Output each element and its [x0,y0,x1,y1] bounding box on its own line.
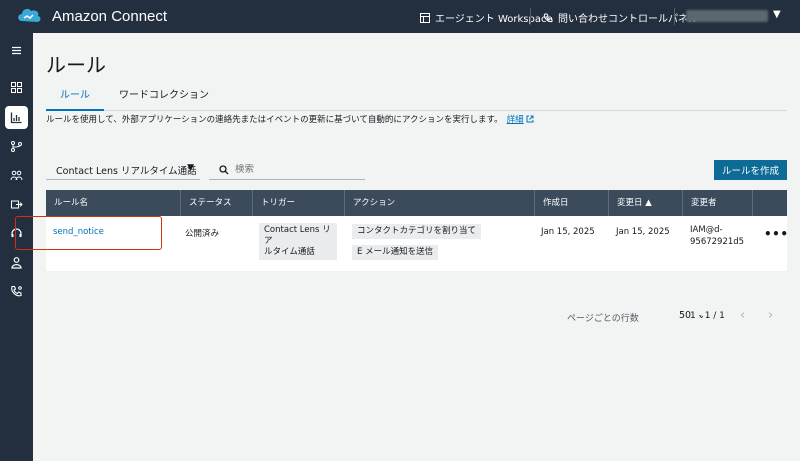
agent-workspace-link[interactable]: エージェント Workspace [420,10,553,25]
rule-status: 公開済み [185,229,220,239]
column-header-trigger[interactable]: トリガー [252,190,344,216]
highlight-box [15,216,162,250]
ccp-label: 問い合わせコントロールパネル [558,14,698,25]
caret-down-icon[interactable]: ▼ [773,9,781,20]
next-page-icon[interactable]: › [768,308,773,323]
trigger-line-2: ルタイム通話 [264,247,315,257]
phone-settings-icon[interactable] [5,280,28,303]
search-icon [219,164,229,174]
analytics-icon[interactable] [5,106,28,129]
rule-type-value: Contact Lens リアルタイム通話 [56,166,197,177]
user-menu-redacted[interactable] [686,10,768,22]
workspace-icon [420,12,430,23]
column-header-status[interactable]: ステータス [180,190,252,216]
column-header-rule-name[interactable]: ルール名 [46,190,180,216]
trigger-tag: Contact Lens リア ルタイム通話 [259,223,337,260]
more-actions-icon[interactable]: ••• [764,227,789,241]
create-rule-button[interactable]: ルールを作成 [714,160,787,180]
action-tag: E メール通知を送信 [352,245,439,260]
table-header: ルール名 ステータス トリガー アクション 作成日 変更日 ▲ 変更者 [46,190,787,216]
divider [530,8,531,25]
description-text: ルールを使用して、外部アプリケーションの連絡先またはイベントの更新に基づいて自動… [46,115,503,125]
divider [674,8,675,25]
created-date: Jan 15, 2025 [541,227,595,237]
profile-icon[interactable] [5,251,28,274]
modified-by-line-1: IAM@d- [690,225,723,235]
trigger-line-1: Contact Lens リア [264,225,331,246]
modified-date: Jan 15, 2025 [616,227,670,237]
external-link-icon[interactable] [526,115,534,123]
details-link[interactable]: 詳細 [507,115,524,125]
column-header-menu [752,190,787,216]
tab-bar: ルール ワードコレクション [46,89,787,111]
brand-title: Amazon Connect [52,8,168,25]
phone-icon [543,13,553,22]
column-header-modified-by[interactable]: 変更者 [682,190,752,216]
dashboard-icon[interactable] [5,76,28,99]
action-tag: コンタクトカテゴリを割り当て [352,224,482,239]
modified-by: IAM@d- 95672921d5 [690,225,744,247]
page-title: ルール [46,55,106,77]
agent-workspace-label: エージェント Workspace [435,14,553,25]
caret-down-icon: ▼ [187,163,194,173]
column-header-created[interactable]: 作成日 [534,190,608,216]
search-input[interactable] [235,164,355,175]
page-description: ルールを使用して、外部アプリケーションの連絡先またはイベントの更新に基づいて自動… [46,113,534,125]
pagination-range: 1 - 1 / 1 [690,311,725,321]
column-header-modified[interactable]: 変更日 ▲ [608,190,682,216]
users-icon[interactable] [5,164,28,187]
routing-icon[interactable] [5,135,28,158]
menu-icon[interactable] [5,39,28,62]
previous-page-icon[interactable]: ‹ [740,308,745,323]
top-bar: Amazon Connect エージェント Workspace 問い合わせコント… [0,0,800,33]
tab-word-collection[interactable]: ワードコレクション [119,89,209,111]
modified-by-line-2: 95672921d5 [690,237,745,247]
search-box[interactable] [209,160,365,180]
rows-per-page-label: ページごとの行数 [567,314,639,324]
channels-icon[interactable] [5,193,28,216]
tab-rules[interactable]: ルール [46,89,104,111]
column-header-actions[interactable]: アクション [344,190,534,216]
amazon-connect-logo-icon[interactable] [16,5,42,27]
rule-type-select[interactable]: Contact Lens リアルタイム通話 ▼ [46,160,200,180]
